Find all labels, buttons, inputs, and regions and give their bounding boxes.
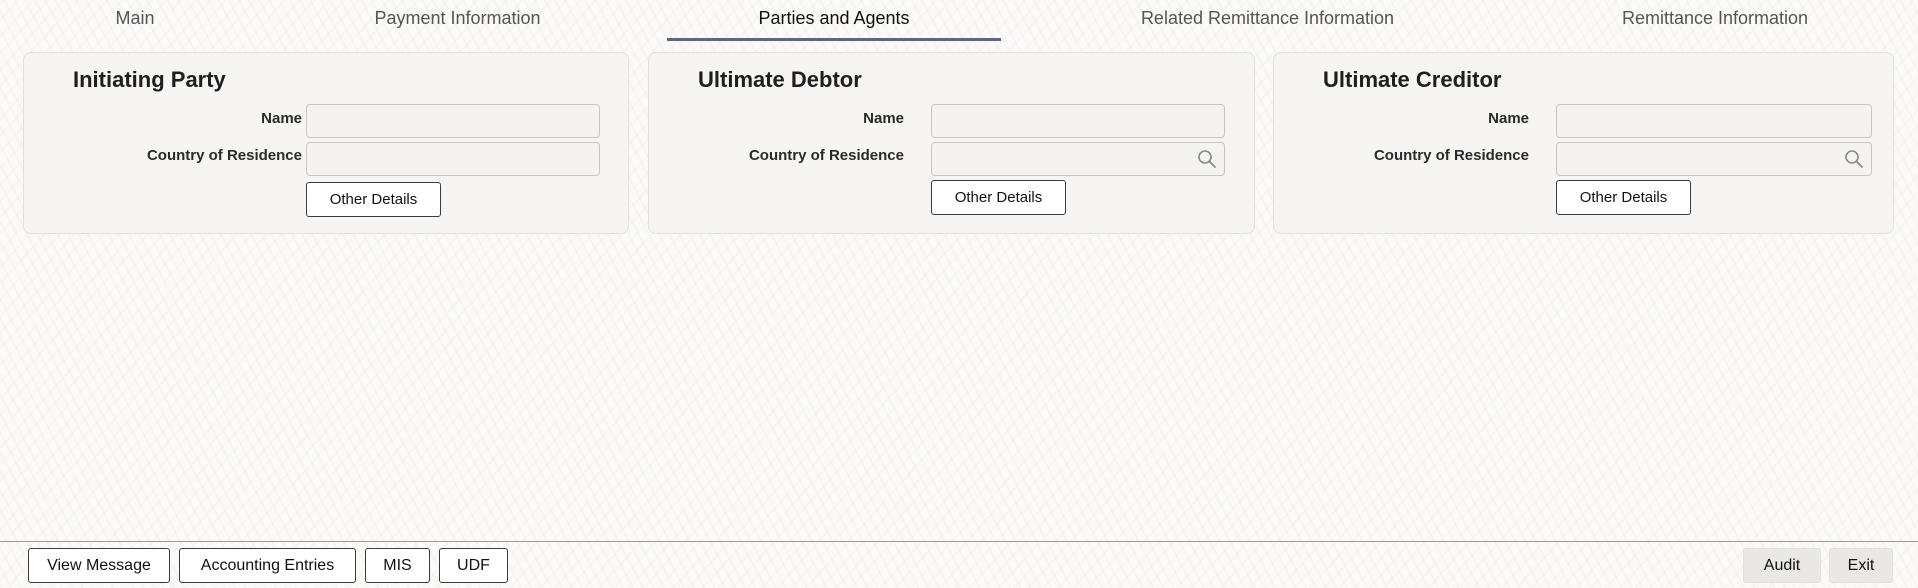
country-of-residence-label: Country of Residence [748,147,904,164]
search-icon[interactable] [1844,149,1864,169]
ultimate-debtor-panel: Ultimate Debtor Name Country of Residenc… [648,52,1255,234]
tab-remittance-information[interactable]: Remittance Information [1600,0,1830,40]
name-label: Name [1488,110,1529,127]
panel-title: Ultimate Debtor [698,67,862,92]
view-message-button[interactable]: View Message [28,548,170,583]
footer-divider [0,541,1918,542]
mis-button[interactable]: MIS [365,548,430,583]
country-of-residence-input[interactable] [306,142,600,176]
country-of-residence-input[interactable] [931,142,1225,176]
tab-main[interactable]: Main [95,0,175,40]
tab-bar: Main Payment Information Parties and Age… [0,0,1918,42]
name-input[interactable] [931,104,1225,138]
audit-button[interactable]: Audit [1743,548,1821,583]
tab-parties-and-agents[interactable]: Parties and Agents [667,0,1001,41]
country-of-residence-label: Country of Residence [1373,147,1529,164]
accounting-entries-button[interactable]: Accounting Entries [179,548,356,583]
name-label: Name [863,110,904,127]
other-details-button[interactable]: Other Details [931,180,1066,215]
initiating-party-panel: Initiating Party Name Country of Residen… [23,52,629,234]
country-of-residence-input[interactable] [1556,142,1872,176]
ultimate-creditor-panel: Ultimate Creditor Name Country of Reside… [1273,52,1894,234]
other-details-button[interactable]: Other Details [306,182,441,217]
name-label: Name [261,110,302,127]
name-input[interactable] [1556,104,1872,138]
tab-related-remittance-information[interactable]: Related Remittance Information [1115,0,1420,40]
name-input[interactable] [306,104,600,138]
other-details-button[interactable]: Other Details [1556,180,1691,215]
panel-title: Initiating Party [73,67,226,92]
panel-title: Ultimate Creditor [1323,67,1502,92]
udf-button[interactable]: UDF [439,548,508,583]
country-of-residence-label: Country of Residence [146,147,302,164]
tab-payment-information[interactable]: Payment Information [340,0,575,40]
exit-button[interactable]: Exit [1829,548,1893,583]
search-icon[interactable] [1197,149,1217,169]
